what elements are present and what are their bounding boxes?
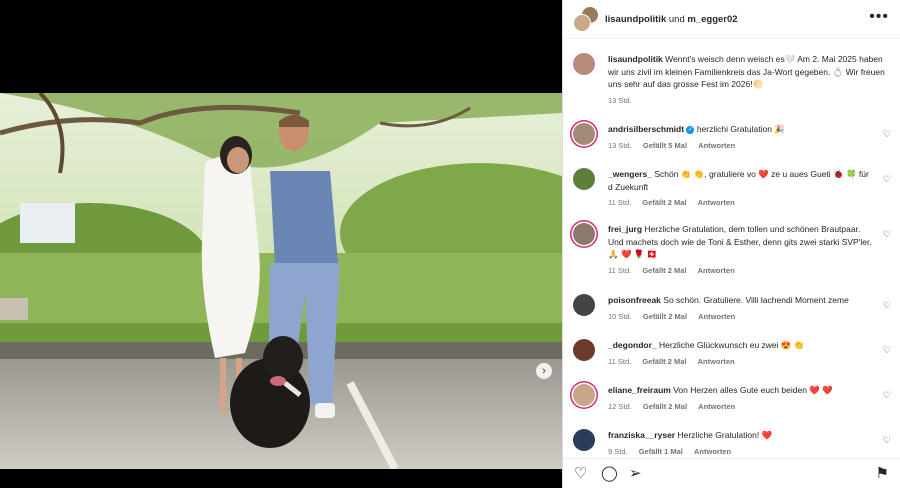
comment-username[interactable]: poisonfreeak — [608, 295, 661, 305]
like-comment-icon[interactable]: ♡ — [883, 345, 891, 356]
comment-meta: 9 Std. Gefällt 1 Mal Antworten — [608, 446, 875, 459]
caption-time[interactable]: 13 Std. — [608, 96, 632, 105]
comment-text: So schön. Gratuliere. Villi lachendi Mom… — [663, 295, 849, 305]
avatar[interactable] — [573, 53, 595, 75]
comment-meta: 11 Std. Gefällt 2 Mal Antworten — [608, 356, 875, 369]
reply-button[interactable]: Antworten — [698, 312, 735, 321]
comment-body: frei_jurg Herzliche Gratulation, dem tol… — [608, 223, 875, 277]
comment-likes[interactable]: Gefällt 5 Mal — [643, 141, 687, 150]
comment-username[interactable]: frei_jurg — [608, 224, 642, 234]
more-options-icon[interactable]: ••• — [869, 9, 889, 25]
comment-body: _wengers_ Schön 👏 👏, gratuliere vo ❤️ ze… — [608, 168, 875, 210]
comment-username[interactable]: franziska__ryser — [608, 430, 675, 440]
comment-icon[interactable]: ◯ — [601, 464, 618, 482]
wedding-photo — [0, 93, 562, 469]
comment-text: Herzliche Glückwunsch eu zwei 😍 👏 — [659, 340, 805, 350]
comment-username[interactable]: _wengers_ — [608, 169, 652, 179]
reply-button[interactable]: Antworten — [698, 402, 735, 411]
comment-likes[interactable]: Gefällt 2 Mal — [642, 198, 686, 207]
avatar[interactable] — [573, 339, 595, 361]
reply-button[interactable]: Antworten — [694, 447, 731, 456]
reply-button[interactable]: Antworten — [698, 357, 735, 366]
comment-time[interactable]: 13 Std. — [608, 141, 632, 150]
comment-text: herzlichi Gratulation 🎉 — [696, 124, 785, 134]
avatar[interactable] — [573, 223, 595, 245]
like-icon[interactable]: ♡ — [574, 464, 587, 482]
like-comment-icon[interactable]: ♡ — [883, 129, 891, 140]
avatar[interactable] — [573, 294, 595, 316]
next-photo-button[interactable]: › — [536, 363, 552, 379]
action-bar: ♡ ◯ ➢ ⚑ — [563, 458, 900, 488]
like-comment-icon[interactable]: ♡ — [883, 300, 891, 311]
caption-username[interactable]: lisaundpolitik — [608, 54, 663, 64]
share-icon[interactable]: ➢ — [629, 464, 642, 482]
comment-time[interactable]: 11 Std. — [608, 198, 631, 207]
comment-body: poisonfreeak So schön. Gratuliere. Villi… — [608, 294, 875, 323]
comment-meta: 11 Std. Gefällt 2 Mal Antworten — [608, 197, 875, 210]
comment-meta: 13 Std. Gefällt 5 Mal Antworten — [608, 140, 875, 153]
caption-meta: 13 Std. — [608, 95, 887, 108]
comment-meta: 12 Std. Gefällt 2 Mal Antworten — [608, 401, 875, 414]
comment-text: Von Herzen alles Gute euch beiden ❤️ ❤️ — [673, 385, 833, 395]
comment-body: eliane_freiraum Von Herzen alles Gute eu… — [608, 384, 875, 413]
comment-text: Herzliche Gratulation! ❤️ — [677, 430, 773, 440]
avatar[interactable] — [573, 384, 595, 406]
comment-likes[interactable]: Gefällt 2 Mal — [642, 357, 686, 366]
reply-button[interactable]: Antworten — [698, 141, 735, 150]
avatar[interactable] — [573, 429, 595, 451]
verified-badge-icon: ✓ — [686, 125, 695, 134]
reply-button[interactable]: Antworten — [698, 198, 735, 207]
comment-time[interactable]: 10 Std. — [608, 312, 632, 321]
comment-likes[interactable]: Gefällt 2 Mal — [642, 266, 686, 275]
comment-time[interactable]: 12 Std. — [608, 402, 632, 411]
comment-body: _degondor_ Herzliche Glückwunsch eu zwei… — [608, 339, 875, 368]
caption-body: lisaundpolitik Wennt's weisch denn weisc… — [608, 53, 887, 107]
comment-likes[interactable]: Gefällt 2 Mal — [643, 312, 687, 321]
post-details-panel: lisaundpolitik und m_egger02 ••• lisaund… — [562, 0, 900, 488]
comment-time[interactable]: 11 Std. — [608, 357, 631, 366]
comment-body: andrisilberschmidt ✓ herzlichi Gratulati… — [608, 123, 875, 152]
post-header: lisaundpolitik und m_egger02 ••• — [563, 0, 900, 39]
author-avatars[interactable] — [573, 6, 599, 32]
post-authors: lisaundpolitik und m_egger02 — [605, 14, 738, 25]
comment-likes[interactable]: Gefällt 2 Mal — [643, 402, 687, 411]
comment-username[interactable]: eliane_freiraum — [608, 385, 671, 395]
author-separator: und — [666, 13, 688, 25]
comment-body: franziska__ryser Herzliche Gratulation! … — [608, 429, 875, 458]
avatar[interactable] — [573, 168, 595, 190]
author-username-2[interactable]: m_egger02 — [687, 14, 737, 25]
post-media-pane: › — [0, 0, 562, 488]
comment-meta: 10 Std. Gefällt 2 Mal Antworten — [608, 311, 875, 324]
like-comment-icon[interactable]: ♡ — [883, 174, 891, 185]
comment-time[interactable]: 11 Std. — [608, 266, 631, 275]
like-comment-icon[interactable]: ♡ — [883, 435, 891, 446]
author-username-1[interactable]: lisaundpolitik — [605, 14, 666, 25]
reply-button[interactable]: Antworten — [698, 266, 735, 275]
comment-username[interactable]: _degondor_ — [608, 340, 657, 350]
comments-list[interactable]: lisaundpolitik Wennt's weisch denn weisc… — [563, 39, 900, 459]
comment-meta: 11 Std. Gefällt 2 Mal Antworten — [608, 265, 875, 278]
comment-likes[interactable]: Gefällt 1 Mal — [639, 447, 683, 456]
post-photo[interactable]: › — [0, 93, 562, 469]
comment-text: Herzliche Gratulation, dem tollen und sc… — [608, 224, 872, 259]
like-comment-icon[interactable]: ♡ — [883, 390, 891, 401]
save-icon[interactable]: ⚑ — [876, 464, 889, 482]
avatar[interactable] — [573, 123, 595, 145]
like-comment-icon[interactable]: ♡ — [883, 229, 891, 240]
avatar — [573, 14, 591, 32]
comment-time[interactable]: 9 Std. — [608, 447, 628, 456]
comment-username[interactable]: andrisilberschmidt — [608, 124, 684, 134]
